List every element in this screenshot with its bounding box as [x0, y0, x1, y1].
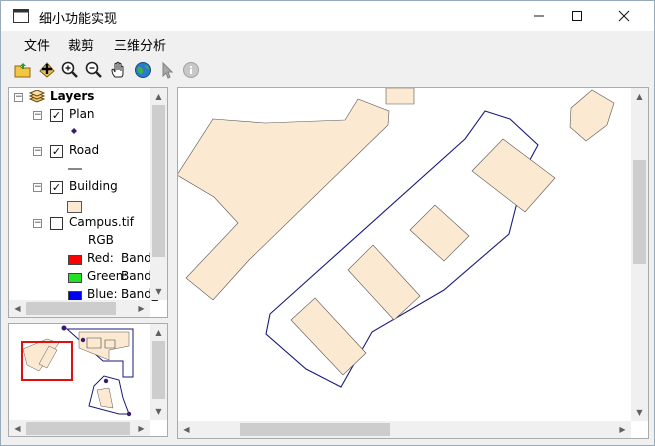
scroll-down-arrow-icon[interactable]: ▼ — [150, 403, 167, 420]
maximize-button[interactable] — [554, 1, 600, 31]
main-map-view[interactable]: ▲ ▼ ◀ ▶ — [177, 87, 649, 439]
overview-horizontal-scrollbar[interactable]: ◀ ▶ — [9, 420, 150, 436]
plan-point-symbol — [71, 128, 77, 134]
overview-vertical-scrollbar[interactable]: ▲ ▼ — [150, 324, 167, 420]
layer-name-road: Road — [69, 143, 100, 157]
road-line-symbol — [68, 168, 82, 170]
building-fill-symbol — [67, 201, 82, 213]
red-band-swatch — [68, 255, 82, 265]
open-folder-icon — [14, 63, 31, 78]
main-map-canvas — [178, 88, 615, 388]
menu-clip[interactable]: 裁剪 — [68, 35, 94, 54]
scroll-left-arrow-icon[interactable]: ◀ — [9, 420, 26, 436]
zoom-in-button[interactable] — [59, 59, 81, 81]
scroll-right-arrow-icon[interactable]: ▶ — [133, 420, 150, 436]
info-icon — [183, 62, 199, 78]
toc-vertical-thumb[interactable] — [152, 105, 165, 257]
close-icon — [618, 10, 630, 22]
blue-band-label: Blue: — [87, 287, 118, 301]
identify-button[interactable] — [180, 59, 202, 81]
collapse-toggle-campus[interactable]: − — [33, 219, 42, 228]
close-button[interactable] — [601, 1, 647, 31]
pan-button[interactable] — [108, 59, 130, 81]
app-icon — [13, 9, 29, 23]
menu-3d-analysis[interactable]: 三维分析 — [114, 35, 166, 54]
layer-name-plan: Plan — [69, 107, 95, 121]
select-button[interactable] — [156, 59, 178, 81]
layer-checkbox-building[interactable]: ✓ — [50, 181, 63, 194]
layer-checkbox-road[interactable]: ✓ — [50, 145, 63, 158]
select-arrow-icon — [162, 61, 174, 79]
collapse-toggle-building[interactable]: − — [33, 183, 42, 192]
toc-horizontal-thumb[interactable] — [26, 302, 116, 315]
add-data-icon — [39, 62, 55, 78]
scroll-up-arrow-icon[interactable]: ▲ — [631, 88, 648, 105]
scroll-right-arrow-icon[interactable]: ▶ — [614, 421, 631, 438]
globe-icon — [135, 62, 151, 78]
pan-hand-icon — [111, 61, 124, 78]
menu-file[interactable]: 文件 — [24, 35, 50, 54]
overview-vertical-thumb[interactable] — [152, 341, 165, 399]
maximize-icon — [572, 11, 582, 21]
toc-root-label: Layers — [50, 89, 95, 103]
open-folder-button[interactable] — [12, 59, 34, 81]
map-vertical-thumb[interactable] — [633, 160, 646, 264]
overview-extent-box[interactable] — [21, 341, 73, 381]
scroll-down-arrow-icon[interactable]: ▼ — [150, 283, 167, 300]
scroll-right-arrow-icon[interactable]: ▶ — [133, 300, 150, 317]
zoom-out-button[interactable] — [83, 59, 105, 81]
minimize-icon — [534, 15, 544, 17]
map-vertical-scrollbar[interactable]: ▲ ▼ — [631, 88, 648, 421]
table-of-contents: − Layers − ✓ Plan − ✓ Road − ✓ Building … — [8, 87, 168, 318]
title-bar: 细小功能实现 — [1, 1, 654, 31]
map-horizontal-thumb[interactable] — [240, 423, 390, 436]
scroll-left-arrow-icon[interactable]: ◀ — [9, 300, 26, 317]
layer-checkbox-plan[interactable]: ✓ — [50, 109, 63, 122]
rgb-label: RGB — [88, 233, 114, 247]
zoom-in-icon — [61, 61, 78, 78]
red-band-label: Red: — [87, 251, 114, 265]
collapse-toggle-plan[interactable]: − — [33, 111, 42, 120]
collapse-toggle-layers[interactable]: − — [14, 93, 23, 102]
layers-icon — [28, 90, 46, 103]
map-horizontal-scrollbar[interactable]: ◀ ▶ — [178, 421, 631, 438]
layer-checkbox-campus[interactable] — [50, 217, 63, 230]
toolbar — [1, 57, 654, 83]
add-data-button[interactable] — [36, 59, 58, 81]
scroll-left-arrow-icon[interactable]: ◀ — [178, 421, 195, 438]
menu-bar: 文件 裁剪 三维分析 — [1, 31, 654, 55]
full-extent-button[interactable] — [132, 59, 154, 81]
scroll-down-arrow-icon[interactable]: ▼ — [631, 404, 648, 421]
zoom-out-icon — [85, 61, 102, 78]
layer-name-building: Building — [69, 179, 118, 193]
scroll-up-arrow-icon[interactable]: ▲ — [150, 88, 167, 105]
scroll-up-arrow-icon[interactable]: ▲ — [150, 324, 167, 341]
main-window: 细小功能实现 文件 裁剪 三维分析 − Layers − ✓ Plan − ✓ … — [0, 0, 655, 446]
window-title: 细小功能实现 — [39, 12, 118, 27]
layer-name-campus: Campus.tif — [69, 215, 134, 229]
overview-map[interactable]: ▲ ▼ ◀ ▶ — [8, 323, 168, 437]
overview-horizontal-thumb[interactable] — [26, 422, 130, 435]
toc-vertical-scrollbar[interactable]: ▲ ▼ — [150, 88, 167, 300]
toc-horizontal-scrollbar[interactable]: ◀ ▶ — [9, 300, 150, 317]
green-band-swatch — [68, 273, 82, 283]
collapse-toggle-road[interactable]: − — [33, 147, 42, 156]
